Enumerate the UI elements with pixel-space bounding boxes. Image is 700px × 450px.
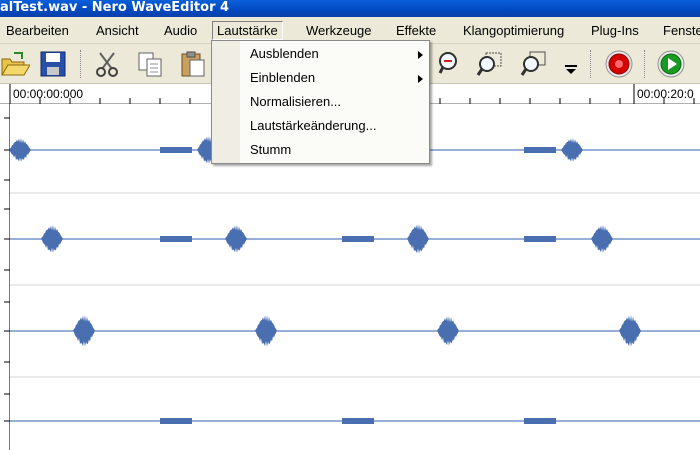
lautstaerke-dropdown-menu: Ausblenden Einblenden Normalisieren... L… [211,40,430,164]
submenu-arrow-icon [418,51,423,59]
menu-item-einblenden-label: Einblenden [250,70,316,85]
waveform-burst [73,315,95,347]
window-title: alTest.wav - Nero WaveEditor 4 [0,0,230,15]
menu-item-stumm-label: Stumm [250,142,292,157]
zoom-fit-button[interactable] [518,49,548,79]
menu-item-lautstaerkeaenderung[interactable]: Lautstärkeänderung... [212,114,429,138]
open-icon [1,52,31,76]
waveform-burst [255,315,277,347]
submenu-arrow-icon [418,75,423,83]
menu-item-normalisieren-label: Normalisieren... [250,94,342,109]
copy-icon [138,52,162,77]
toolbar-separator-2 [590,50,592,78]
zoom-selection-button[interactable] [474,49,504,79]
record-button[interactable] [604,49,634,79]
ruler-end-label: 00:00:20:0 [637,87,694,101]
menu-klangoptimierung-label: Klangoptimierung [463,23,565,38]
paste-icon [181,51,205,77]
waveform-burst [407,224,429,254]
save-icon [40,51,66,77]
zoom-button[interactable] [434,49,464,79]
menu-item-lautstaerkeaenderung-label: Lautstärkeänderung... [250,118,377,133]
menu-audio[interactable]: Audio [160,21,201,40]
play-icon [657,50,685,78]
menu-bearbeiten[interactable]: Bearbeiten [2,21,73,40]
menu-item-einblenden[interactable]: Einblenden [212,66,429,90]
waveform-burst [591,225,613,253]
open-button[interactable] [0,49,31,79]
toolbar-dropdown-button[interactable] [562,49,580,79]
ruler-start-label: 00:00:00:000 [13,87,84,101]
waveform-burst [9,138,31,162]
menu-ansicht-label: Ansicht [96,23,139,38]
menu-plugins[interactable]: Plug-Ins [587,21,643,40]
waveform-burst [225,225,247,253]
play-button[interactable] [656,49,686,79]
title-bar: alTest.wav - Nero WaveEditor 4 [0,0,700,17]
menu-item-ausblenden-label: Ausblenden [250,46,319,61]
zoom-fit-icon [520,51,546,76]
toolbar-separator [80,50,82,78]
waveform-segment [160,147,192,153]
amplitude-ticks [4,117,10,422]
toolbar-separator-3 [644,50,646,78]
waveform-segment [342,418,374,424]
menu-werkzeuge[interactable]: Werkzeuge [302,21,376,40]
save-button[interactable] [38,49,68,79]
waveform-burst [619,315,641,347]
copy-button[interactable] [136,49,166,79]
waveform-burst [41,225,63,253]
menu-fenster-label: Fenster [663,23,700,38]
waveform-segment [160,236,192,242]
menu-item-ausblenden[interactable]: Ausblenden [212,42,429,66]
menu-audio-label: Audio [164,23,198,38]
waveform-burst [437,316,459,346]
menu-klangoptimierung[interactable]: Klangoptimierung [459,21,568,40]
amplitude-ruler [0,104,10,450]
record-icon [605,50,633,78]
waveform-segment [524,147,556,153]
zoom-selection-icon [476,52,502,76]
menu-lautstaerke-label: Lautstärke [217,23,278,38]
waveform-segment [160,418,192,424]
menu-fenster[interactable]: Fenster [659,21,700,40]
menu-lautstaerke[interactable]: Lautstärke [212,21,283,40]
waveform-segment [524,236,556,242]
menu-bearbeiten-label: Bearbeiten [6,23,69,38]
zoom-icon [438,52,457,74]
waveform-burst [561,138,583,162]
paste-button[interactable] [178,49,208,79]
menu-effekte[interactable]: Effekte [392,21,440,40]
cut-icon [96,52,118,77]
cut-button[interactable] [92,49,122,79]
menu-item-stumm[interactable]: Stumm [212,138,429,162]
waveform-segment [524,418,556,424]
menu-ansicht[interactable]: Ansicht [92,21,143,40]
waveform-segment [342,236,374,242]
menu-item-normalisieren[interactable]: Normalisieren... [212,90,429,114]
menu-effekte-label: Effekte [396,23,437,38]
menu-plugins-label: Plug-Ins [591,23,639,38]
dropdown-arrow-icon [565,65,577,74]
menu-werkzeuge-label: Werkzeuge [306,23,372,38]
